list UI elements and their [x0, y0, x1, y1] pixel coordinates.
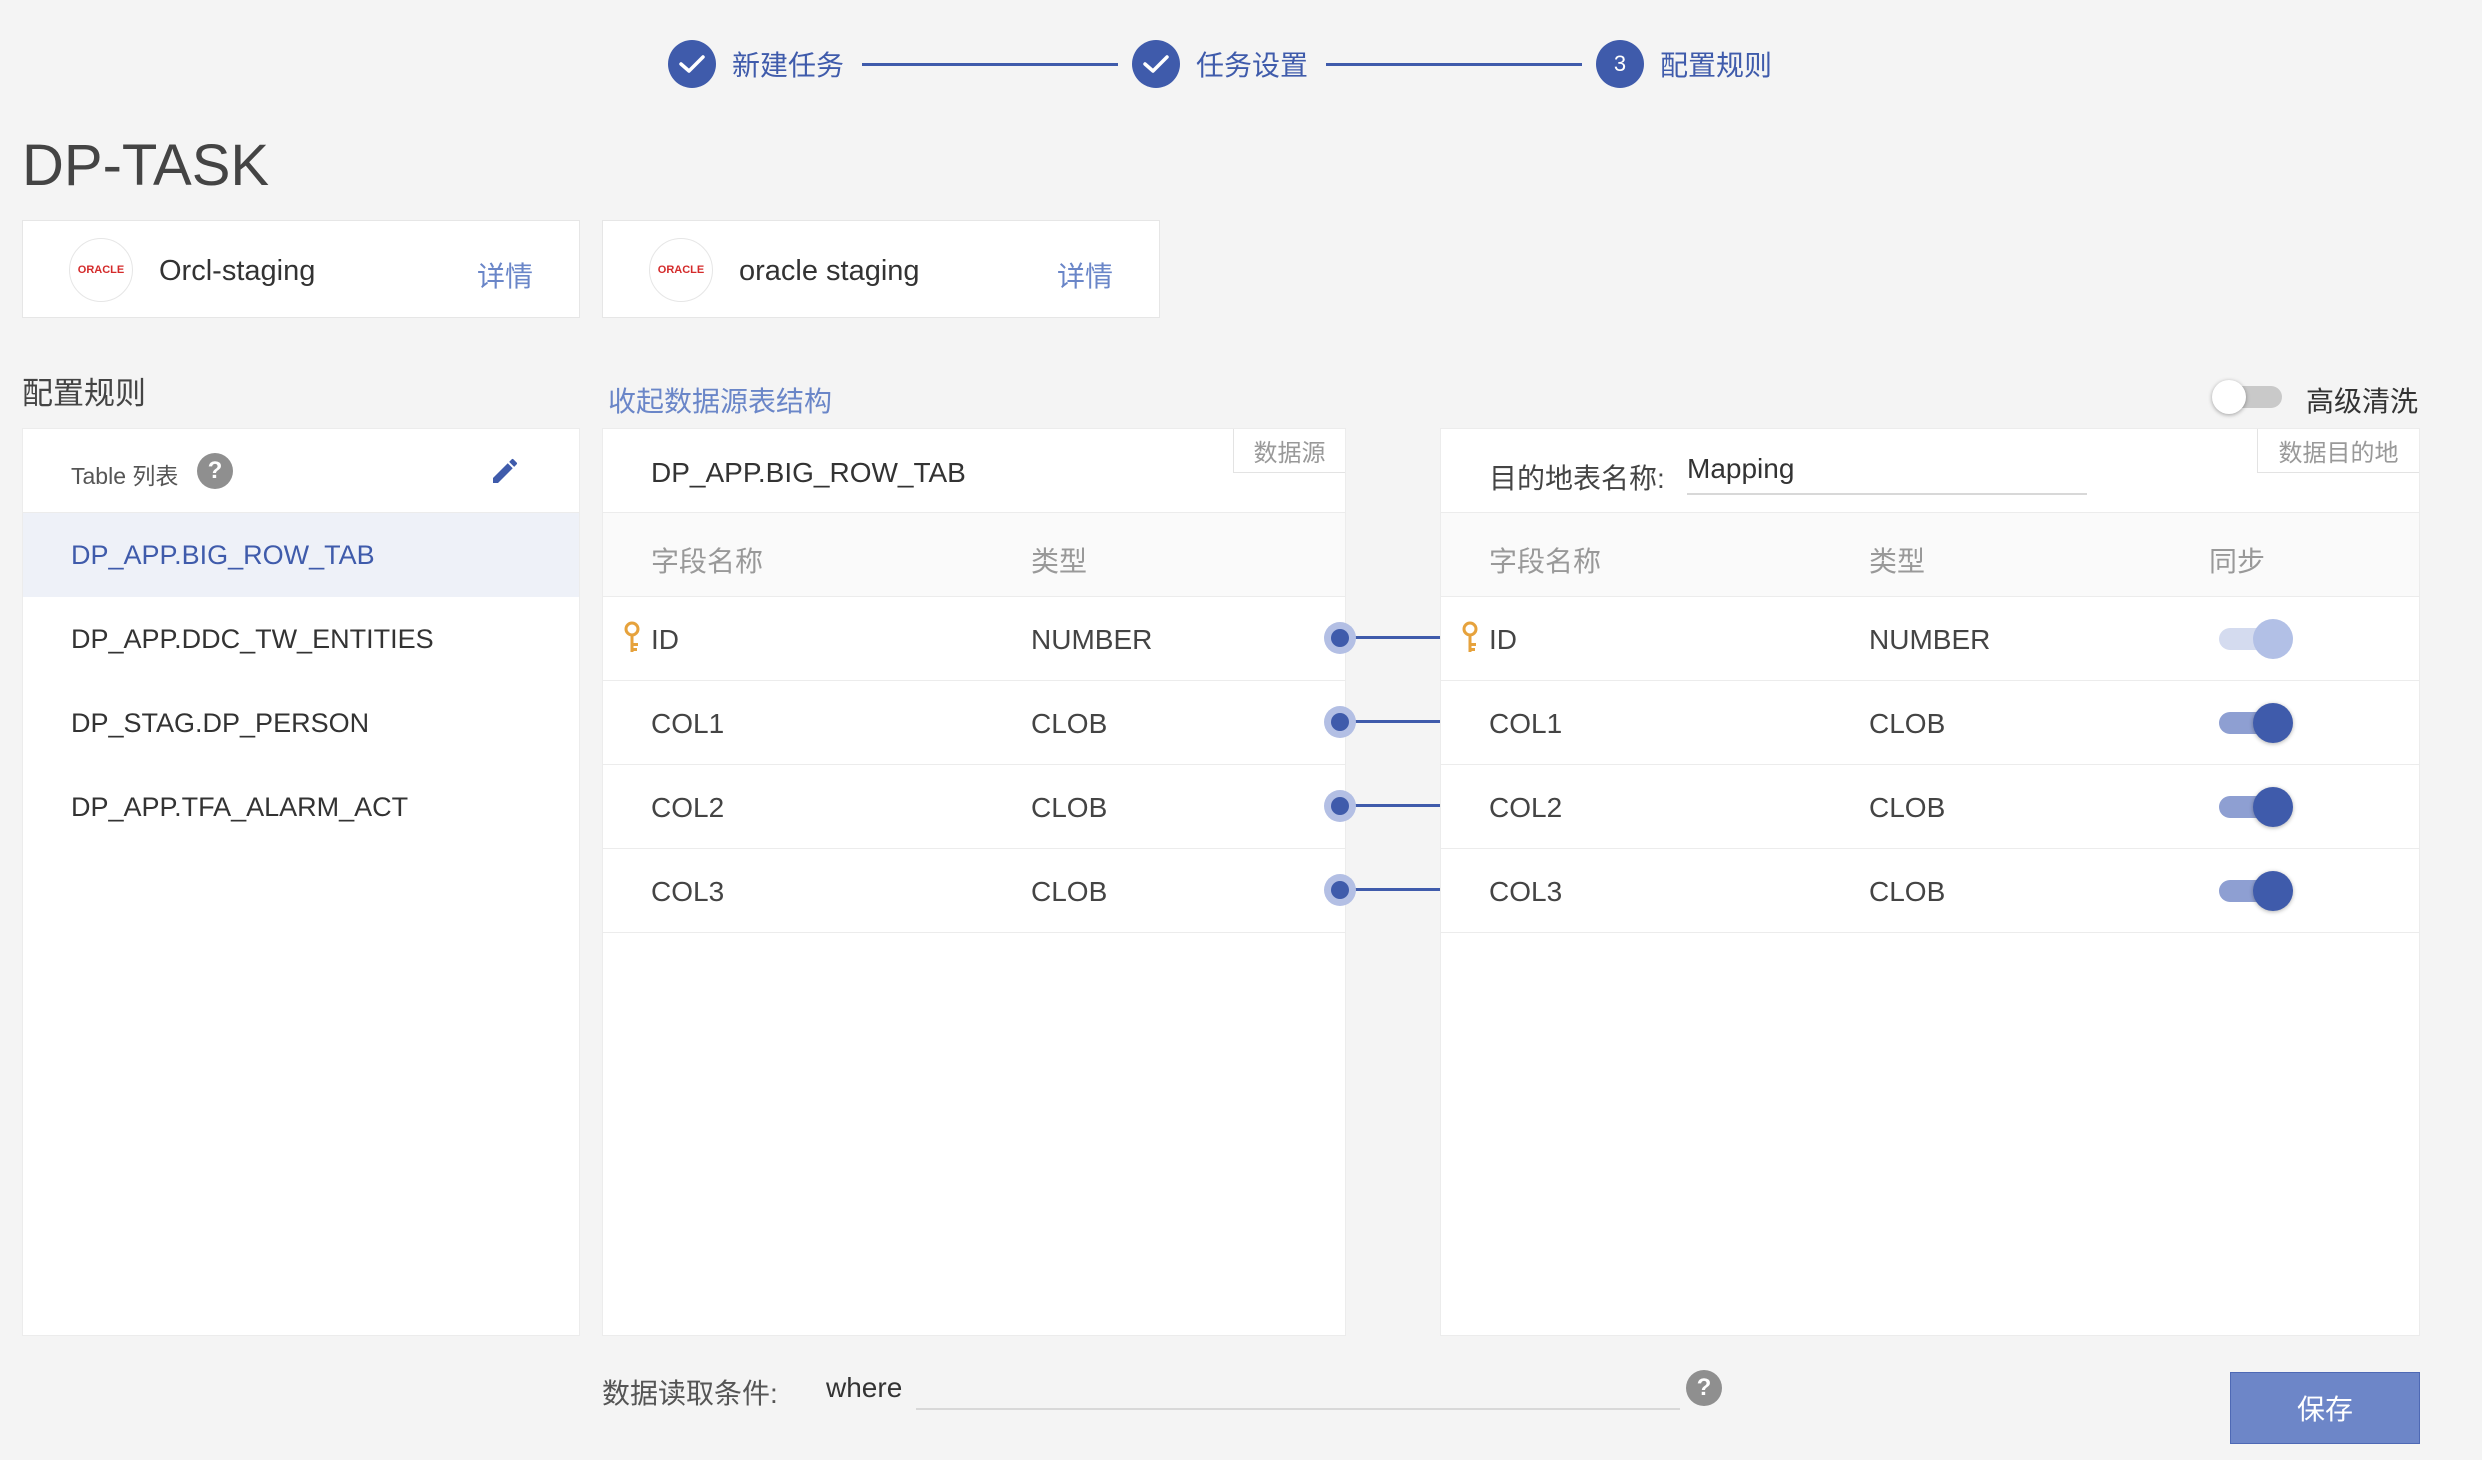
table-list-item-label: DP_APP.TFA_ALARM_ACT: [71, 792, 409, 822]
field-type: CLOB: [1031, 876, 1108, 907]
step-connector: [862, 63, 1118, 66]
help-icon[interactable]: ?: [197, 453, 233, 489]
step-1-label: 新建任务: [732, 50, 845, 81]
target-table-label: 目的地表名称:: [1489, 463, 1665, 494]
table-list-item[interactable]: DP_APP.DDC_TW_ENTITIES: [23, 597, 579, 681]
advanced-clean-toggle[interactable]: [2212, 380, 2286, 414]
source-field-panel: 数据源 DP_APP.BIG_ROW_TAB 字段名称 类型 ID NUMBER…: [602, 428, 1346, 1336]
column-header-type: 类型: [1869, 546, 1926, 577]
edit-pencil-icon[interactable]: [489, 455, 521, 487]
table-list-item-label: DP_APP.DDC_TW_ENTITIES: [71, 624, 434, 654]
datasource-name: Orcl-staging: [159, 255, 316, 287]
table-list-item[interactable]: DP_APP.TFA_ALARM_ACT: [23, 765, 579, 849]
datasource-name: oracle staging: [739, 255, 920, 287]
oracle-logo: ORACLE: [649, 238, 713, 302]
column-header-sync: 同步: [2209, 546, 2266, 577]
section-title: 配置规则: [22, 376, 146, 411]
column-header-name: 字段名称: [651, 546, 764, 577]
step-1-check-icon: [668, 40, 716, 88]
field-name: COL3: [1489, 876, 1563, 907]
source-field-row: ID NUMBER: [603, 597, 1345, 681]
field-type: NUMBER: [1869, 624, 1991, 655]
source-field-row: COL2 CLOB: [603, 765, 1345, 849]
target-field-row: COL3 CLOB: [1441, 849, 2419, 933]
step-2-check-icon: [1132, 40, 1180, 88]
field-name: COL2: [651, 792, 725, 823]
field-name: COL1: [1489, 708, 1563, 739]
table-list-header: Table 列表 ?: [23, 429, 579, 513]
step-3-number: 3: [1596, 40, 1644, 88]
where-condition-input[interactable]: [916, 1368, 1680, 1410]
step-connector: [1326, 63, 1582, 66]
page-title: DP-TASK: [22, 133, 270, 198]
source-table-header: DP_APP.BIG_ROW_TAB: [603, 429, 1345, 513]
field-type: CLOB: [1031, 708, 1108, 739]
field-name: COL1: [651, 708, 725, 739]
save-button[interactable]: 保存: [2230, 1372, 2420, 1444]
detail-link[interactable]: 详情: [1057, 255, 1113, 295]
target-datasource-card: ORACLE oracle staging 详情: [602, 220, 1160, 318]
field-name: ID: [1489, 624, 1517, 655]
field-mapping-connector[interactable]: [1324, 706, 1469, 738]
source-field-row: COL1 CLOB: [603, 681, 1345, 765]
target-table-name-input[interactable]: Mapping: [1687, 453, 2087, 495]
where-prefix: where: [826, 1372, 903, 1403]
column-header-type: 类型: [1031, 546, 1088, 577]
field-name: ID: [651, 624, 679, 655]
sync-toggle[interactable]: [2215, 703, 2295, 743]
field-type: CLOB: [1869, 876, 1946, 907]
field-type: NUMBER: [1031, 624, 1153, 655]
detail-link[interactable]: 详情: [477, 255, 533, 295]
field-type: CLOB: [1869, 708, 1946, 739]
advanced-clean-label: 高级清洗: [2306, 386, 2419, 417]
source-table-name: DP_APP.BIG_ROW_TAB: [651, 457, 966, 488]
field-mapping-connector[interactable]: [1324, 622, 1469, 654]
source-column-header: 字段名称 类型: [603, 513, 1345, 597]
target-field-row: COL2 CLOB: [1441, 765, 2419, 849]
table-list-item[interactable]: DP_APP.BIG_ROW_TAB: [23, 513, 579, 597]
table-list-item-label: DP_STAG.DP_PERSON: [71, 708, 370, 738]
target-column-header: 字段名称 类型 同步: [1441, 513, 2419, 597]
field-name: COL3: [651, 876, 725, 907]
target-table-header: 目的地表名称: Mapping: [1441, 429, 2419, 513]
primary-key-icon: [1461, 621, 1479, 655]
read-condition-label: 数据读取条件:: [602, 1378, 778, 1409]
sync-toggle[interactable]: [2215, 619, 2295, 659]
step-3-label: 配置规则: [1660, 50, 1773, 81]
field-type: CLOB: [1031, 792, 1108, 823]
field-mapping-connector[interactable]: [1324, 790, 1469, 822]
field-type: CLOB: [1869, 792, 1946, 823]
sync-toggle[interactable]: [2215, 871, 2295, 911]
table-list-item[interactable]: DP_STAG.DP_PERSON: [23, 681, 579, 765]
field-mapping-connector[interactable]: [1324, 874, 1469, 906]
sync-toggle[interactable]: [2215, 787, 2295, 827]
target-field-row: COL1 CLOB: [1441, 681, 2419, 765]
source-datasource-card: ORACLE Orcl-staging 详情: [22, 220, 580, 318]
source-field-row: COL3 CLOB: [603, 849, 1345, 933]
primary-key-icon: [623, 621, 641, 655]
table-list-item-label: DP_APP.BIG_ROW_TAB: [71, 540, 375, 570]
table-list-panel: Table 列表 ? DP_APP.BIG_ROW_TAB DP_APP.DDC…: [22, 428, 580, 1336]
step-2-label: 任务设置: [1196, 50, 1309, 81]
field-name: COL2: [1489, 792, 1563, 823]
table-list-label: Table 列表: [71, 463, 179, 489]
oracle-logo: ORACLE: [69, 238, 133, 302]
column-header-name: 字段名称: [1489, 546, 1602, 577]
target-field-panel: 数据目的地 目的地表名称: Mapping 字段名称 类型 同步 ID NUMB…: [1440, 428, 2420, 1336]
target-field-row: ID NUMBER: [1441, 597, 2419, 681]
condition-help-icon[interactable]: ?: [1686, 1370, 1722, 1406]
collapse-structure-link[interactable]: 收起数据源表结构: [608, 380, 832, 420]
